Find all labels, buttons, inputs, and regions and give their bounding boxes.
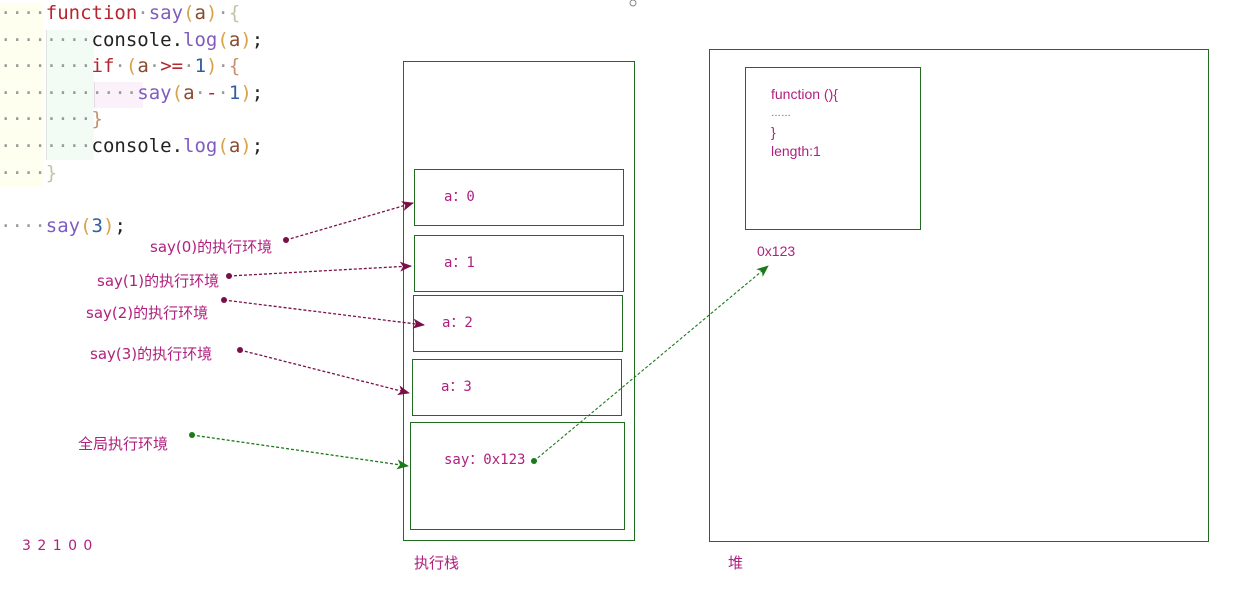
arrow-say1-to-frame xyxy=(228,261,412,277)
arrow-say3-to-frame xyxy=(239,349,410,396)
arrow-global-to-frame xyxy=(191,434,409,470)
arrows-layer xyxy=(189,0,769,470)
marker-circle-icon xyxy=(629,0,637,7)
arrow-say0-to-frame xyxy=(285,201,414,241)
arrow-say-ref-to-heap xyxy=(533,265,769,462)
arrow-say2-to-frame xyxy=(223,299,425,329)
